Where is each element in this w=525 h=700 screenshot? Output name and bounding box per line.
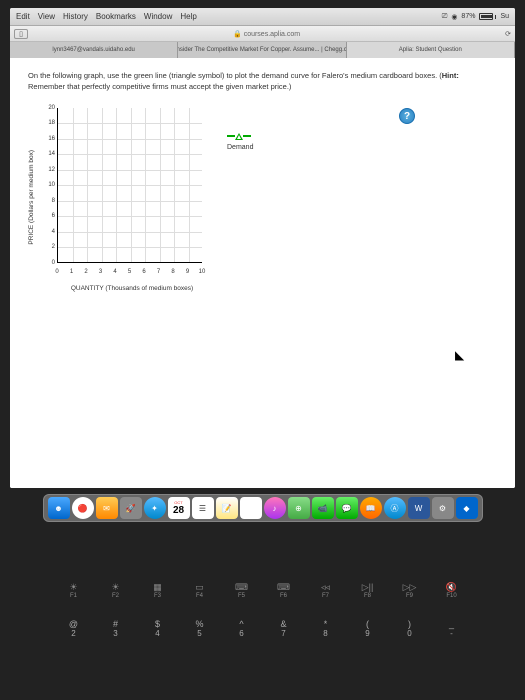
x-tick: 1 <box>70 269 73 275</box>
y-axis-label: PRICE (Dollars per medium box) <box>28 150 35 245</box>
browser-toolbar: ▯ 🔒 courses.aplia.com ⟳ <box>10 26 515 42</box>
x-tick: 8 <box>171 269 174 275</box>
num-key[interactable]: ^6 <box>230 619 254 638</box>
y-tick: 0 <box>37 260 55 266</box>
menu-help[interactable]: Help <box>180 12 196 21</box>
num-key[interactable]: )0 <box>398 619 422 638</box>
x-tick: 5 <box>128 269 131 275</box>
keyboard: ☀F1 ☀F2 ▦F3 ▭F4 ⌨F5 ⌨F6 ◃◃F7 ▷||F8 ▷▷F9 🔇F10 @2 #3… <box>10 582 515 638</box>
num-key[interactable]: *8 <box>314 619 338 638</box>
airplay-icon[interactable]: ⎚ <box>442 13 448 21</box>
dock-photos-icon[interactable]: ✿ <box>240 497 262 519</box>
num-key[interactable]: $4 <box>146 619 170 638</box>
dock-calendar-icon[interactable]: OCT28 <box>168 497 190 519</box>
chart-plot-area[interactable]: 02468101214161820 012345678910 <box>37 103 207 283</box>
tab-chegg[interactable]: Consider The Competitive Market For Copp… <box>178 42 346 58</box>
tab-email[interactable]: lynn3467@vandals.uidaho.edu <box>10 42 178 58</box>
dock-appstore-icon[interactable]: Ⓐ <box>384 497 406 519</box>
chart-legend: Demand <box>227 133 253 292</box>
num-key[interactable]: &7 <box>272 619 296 638</box>
y-tick: 14 <box>37 151 55 157</box>
x-tick: 2 <box>84 269 87 275</box>
x-tick: 3 <box>99 269 102 275</box>
dock-safari-icon[interactable]: ✦ <box>144 497 166 519</box>
dock-app-icon[interactable]: ◆ <box>456 497 478 519</box>
help-button[interactable]: ? <box>399 108 415 124</box>
fn-key[interactable]: ⌨F6 <box>270 582 298 599</box>
legend-demand-label: Demand <box>227 144 253 151</box>
dock-settings-icon[interactable]: ⚙ <box>432 497 454 519</box>
browser-menubar: Edit View History Bookmarks Window Help … <box>10 8 515 26</box>
fn-key[interactable]: ▷||F8 <box>354 582 382 599</box>
y-tick: 12 <box>37 167 55 173</box>
fn-key[interactable]: ▭F4 <box>186 582 214 599</box>
x-tick: 6 <box>142 269 145 275</box>
dock-word-icon[interactable]: W <box>408 497 430 519</box>
fn-key[interactable]: ▦F3 <box>144 582 172 599</box>
fn-key[interactable]: ◃◃F7 <box>312 582 340 599</box>
lock-icon: 🔒 <box>233 31 242 38</box>
fn-key[interactable]: ⌨F5 <box>228 582 256 599</box>
dock-messages-icon[interactable]: 💬 <box>336 497 358 519</box>
fn-key[interactable]: ☀F2 <box>102 582 130 599</box>
instruction-text: On the following graph, use the green li… <box>28 70 497 93</box>
wifi-icon[interactable]: ◉ <box>451 13 457 21</box>
dock-finder-icon[interactable]: ☻ <box>48 497 70 519</box>
dock-maps-icon[interactable]: ⊕ <box>288 497 310 519</box>
menu-view[interactable]: View <box>38 12 55 21</box>
y-tick: 8 <box>37 198 55 204</box>
chart-container: PRICE (Dollars per medium box) 024681012… <box>28 103 497 292</box>
mouse-cursor-icon: ◣ <box>455 348 464 362</box>
macos-dock: ☻ 🔴 ✉ 🚀 ✦ OCT28 ☰ 📝 ✿ ♪ ⊕ 📹 💬 📖 Ⓐ W ⚙ ◆ <box>43 494 483 522</box>
y-tick: 6 <box>37 213 55 219</box>
page-content: On the following graph, use the green li… <box>10 58 515 488</box>
y-tick: 10 <box>37 182 55 188</box>
tab-bar: lynn3467@vandals.uidaho.edu Consider The… <box>10 42 515 58</box>
dock-reminders-icon[interactable]: ☰ <box>192 497 214 519</box>
x-tick: 4 <box>113 269 116 275</box>
num-key[interactable]: (9 <box>356 619 380 638</box>
x-tick: 7 <box>157 269 160 275</box>
num-key[interactable]: @2 <box>62 619 86 638</box>
num-key[interactable]: _- <box>440 619 464 638</box>
x-axis-label: QUANTITY (Thousands of medium boxes) <box>57 285 207 292</box>
x-tick: 9 <box>186 269 189 275</box>
y-tick: 20 <box>37 105 55 111</box>
menu-history[interactable]: History <box>63 12 88 21</box>
fn-key[interactable]: ☀F1 <box>60 582 88 599</box>
address-bar[interactable]: 🔒 courses.aplia.com <box>34 30 499 38</box>
dock-ibooks-icon[interactable]: 📖 <box>360 497 382 519</box>
dock-facetime-icon[interactable]: 📹 <box>312 497 334 519</box>
reload-icon[interactable]: ⟳ <box>505 30 511 38</box>
x-tick: 0 <box>55 269 58 275</box>
dock-notes-icon[interactable]: 📝 <box>216 497 238 519</box>
menu-window[interactable]: Window <box>144 12 172 21</box>
menu-bookmarks[interactable]: Bookmarks <box>96 12 136 21</box>
y-tick: 2 <box>37 244 55 250</box>
y-tick: 18 <box>37 120 55 126</box>
dock-chrome-icon[interactable]: 🔴 <box>72 497 94 519</box>
y-tick: 16 <box>37 136 55 142</box>
battery-icon <box>479 13 496 20</box>
tab-aplia[interactable]: Aplia: Student Question <box>347 42 515 58</box>
legend-demand-tool[interactable] <box>227 133 253 140</box>
dock-itunes-icon[interactable]: ♪ <box>264 497 286 519</box>
dock-launchpad-icon[interactable]: 🚀 <box>120 497 142 519</box>
num-key[interactable]: #3 <box>104 619 128 638</box>
menu-edit[interactable]: Edit <box>16 12 30 21</box>
dock-mail-icon[interactable]: ✉ <box>96 497 118 519</box>
y-tick: 4 <box>37 229 55 235</box>
battery-percent: 87% <box>461 13 475 20</box>
num-key[interactable]: %5 <box>188 619 212 638</box>
triangle-icon <box>235 133 243 140</box>
fn-key[interactable]: ▷▷F9 <box>396 582 424 599</box>
fn-key[interactable]: 🔇F10 <box>438 582 466 599</box>
sidebar-toggle-button[interactable]: ▯ <box>14 29 28 39</box>
clock-day: Su <box>500 13 509 20</box>
x-tick: 10 <box>199 269 206 275</box>
